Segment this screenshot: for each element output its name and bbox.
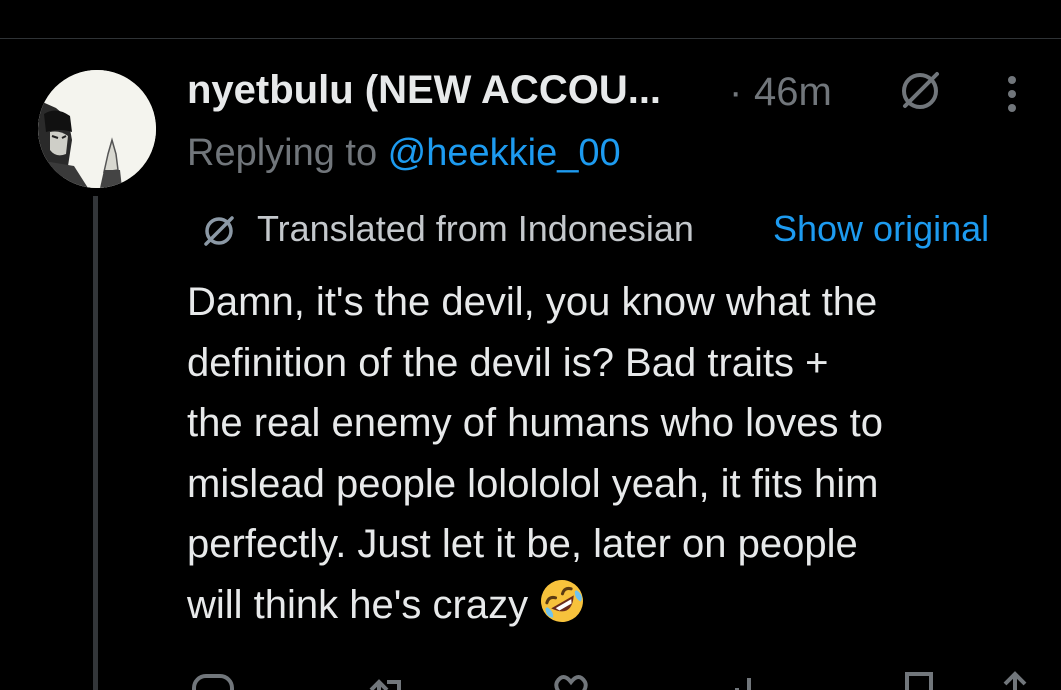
views-icon[interactable]: [727, 670, 771, 690]
grok-icon[interactable]: [897, 68, 943, 114]
body-line: definition of the devil is? Bad traits +: [187, 340, 829, 385]
translation-bar: Translated from Indonesian Show original: [200, 206, 1050, 252]
show-original-link[interactable]: Show original: [773, 208, 989, 250]
action-bar: [187, 670, 1047, 690]
separator: ·: [729, 70, 743, 114]
body-line-text: will think he's crazy: [187, 582, 529, 627]
divider: [0, 38, 1061, 39]
timestamp[interactable]: 46m: [754, 70, 832, 115]
display-name[interactable]: nyetbulu (NEW ACCOU...: [187, 68, 661, 113]
rolling-on-floor-laughing-emoji: [538, 577, 586, 625]
translated-label: Translated from Indonesian: [257, 208, 694, 249]
repost-icon[interactable]: [365, 670, 409, 690]
reply-handle-link[interactable]: @heekkie_00: [388, 132, 621, 174]
body-line: mislead people lolololol yeah, it fits h…: [187, 461, 879, 506]
like-icon[interactable]: [549, 670, 593, 690]
share-icon[interactable]: [995, 670, 1035, 690]
body-line: the real enemy of humans who loves to: [187, 401, 883, 445]
thread-line: [93, 196, 98, 690]
avatar[interactable]: [38, 70, 156, 188]
reply-icon[interactable]: [191, 670, 235, 690]
bookmark-icon[interactable]: [899, 670, 939, 690]
tweet-reply-view: nyetbulu (NEW ACCOU... · 46m Replying to…: [0, 0, 1061, 690]
replying-to: Replying to @heekkie_00: [187, 132, 621, 175]
tweet-header: nyetbulu (NEW ACCOU... · 46m: [187, 66, 1047, 118]
body-line: perfectly. Just let it be, later on peop…: [187, 522, 858, 566]
body-line: Damn, it's the devil, you know what the: [187, 280, 878, 324]
replying-label: Replying to: [187, 132, 388, 174]
translate-icon: [200, 212, 238, 250]
body-line-last: will think he's crazy: [187, 575, 1037, 636]
tweet-body: Damn, it's the devil, you know what the …: [187, 272, 1037, 635]
more-vertical-icon[interactable]: [997, 72, 1027, 116]
avatar-image: [38, 70, 156, 188]
